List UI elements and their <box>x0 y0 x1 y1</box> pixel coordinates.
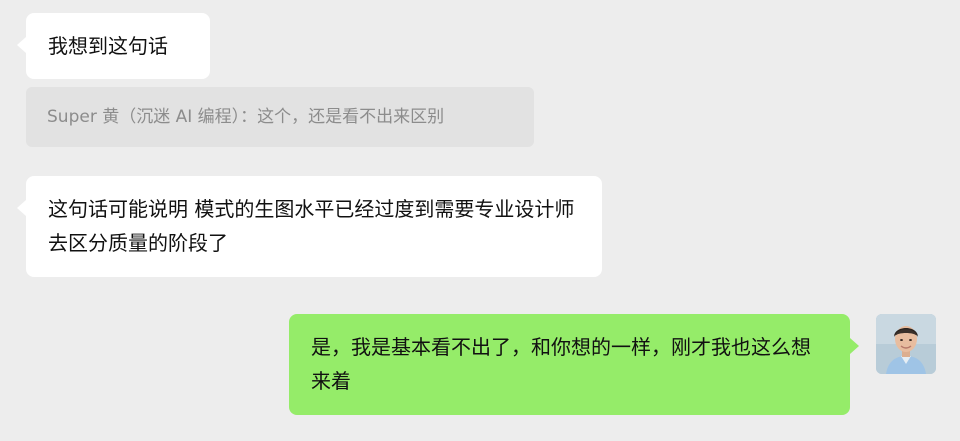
message-text: 是，我是基本看不出了，和你想的一样，刚才我也这么想来着 <box>311 335 811 393</box>
message-text: 这句话可能说明 模式的生图水平已经过度到需要专业设计师去区分质量的阶段了 <box>48 197 575 255</box>
message-bubble-incoming[interactable]: 我想到这句话 <box>17 13 210 79</box>
message-bubble-incoming[interactable]: 这句话可能说明 模式的生图水平已经过度到需要专业设计师去区分质量的阶段了 <box>17 176 602 277</box>
message-bubble-outgoing[interactable]: 是，我是基本看不出了，和你想的一样，刚才我也这么想来着 <box>289 314 859 415</box>
quoted-message-text: Super 黄（沉迷 AI 编程）：这个，还是看不出来区别 <box>47 107 445 127</box>
quoted-message[interactable]: Super 黄（沉迷 AI 编程）：这个，还是看不出来区别 <box>26 87 534 147</box>
person-avatar-icon[interactable] <box>876 314 936 374</box>
message-text: 我想到这句话 <box>48 34 168 58</box>
